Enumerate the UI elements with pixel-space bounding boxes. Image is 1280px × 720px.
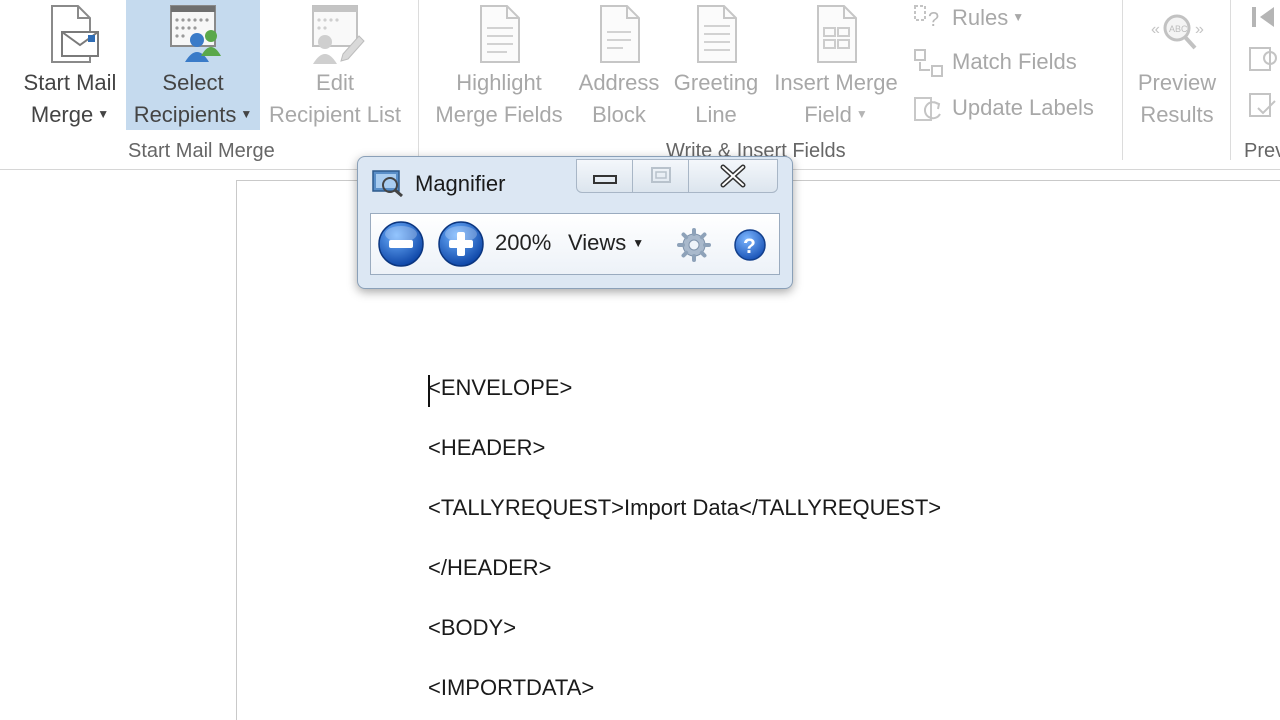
greeting-line-button[interactable]: Greeting Line <box>668 0 764 130</box>
select-recipients-label1: Select <box>162 70 224 95</box>
dropdown-caret-icon: ▼ <box>855 107 868 122</box>
preview-results-label1: Preview <box>1137 70 1217 95</box>
match-fields-label: Match Fields <box>952 49 1077 74</box>
document-line[interactable]: <TALLYREQUEST>Import Data</TALLYREQUEST> <box>428 495 941 521</box>
group-label-start-mail-merge: Start Mail Merge <box>128 140 275 162</box>
address-block-label2: Block <box>592 102 646 127</box>
edit-list-icon <box>312 5 365 64</box>
maximize-button[interactable] <box>633 160 689 192</box>
document-line[interactable]: <HEADER> <box>428 435 545 461</box>
address-block-label1: Address <box>578 70 660 95</box>
highlight-merge-fields-label2: Merge Fields <box>435 102 563 127</box>
svg-text:ABC: ABC <box>1169 24 1188 34</box>
document-line[interactable]: <BODY> <box>428 615 516 641</box>
first-record-icon[interactable] <box>1248 4 1280 30</box>
magnifier-window: Magnifier 200% Views ▼ ? <box>357 156 793 289</box>
magnifier-toolbar: 200% Views ▼ ? <box>370 213 780 275</box>
group-label-preview: Prev <box>1244 140 1280 162</box>
greeting-line-label1: Greeting <box>673 70 759 95</box>
dropdown-caret-icon: ▼ <box>97 107 110 122</box>
maximize-icon <box>651 167 671 183</box>
ribbon: Start Mail Merge ▼ Select Recipients ▼ E… <box>0 0 1280 170</box>
zoom-level: 200% <box>495 230 552 255</box>
rules-icon: ? <box>914 5 939 31</box>
highlight-merge-fields-button[interactable]: Highlight Merge Fields <box>428 0 570 130</box>
zoom-out-icon[interactable] <box>377 220 425 268</box>
group-separator <box>1122 0 1123 160</box>
dropdown-caret-icon: ▼ <box>240 107 253 122</box>
check-errors-icon[interactable] <box>1246 90 1280 120</box>
minimize-icon <box>593 175 617 184</box>
insert-merge-field-button[interactable]: Insert Merge Field ▼ <box>766 0 906 130</box>
insert-merge-field-label2: Field <box>804 102 852 127</box>
svg-text:«: « <box>1151 21 1160 38</box>
svg-text:»: » <box>1195 21 1204 38</box>
refresh-icon <box>914 97 941 121</box>
match-fields-icon <box>914 49 943 77</box>
envelope-document-icon <box>51 5 99 63</box>
address-block-button[interactable]: Address Block <box>572 0 666 130</box>
select-recipients-label2: Recipients <box>133 102 237 127</box>
magnifier-app-icon <box>372 170 403 197</box>
rules-label: Rules <box>952 5 1009 30</box>
magnifier-titlebar[interactable]: Magnifier <box>358 157 792 209</box>
document-line[interactable]: <ENVELOPE> <box>428 375 572 401</box>
gear-icon[interactable] <box>677 228 711 262</box>
select-recipients-button[interactable]: Select Recipients ▼ <box>126 0 260 130</box>
edit-recipient-list-label2: Recipient List <box>268 102 402 127</box>
edit-recipient-list-button[interactable]: Edit Recipient List <box>262 0 408 130</box>
start-mail-merge-label1: Start Mail <box>23 70 117 95</box>
update-labels-label: Update Labels <box>952 95 1094 120</box>
edit-recipient-list-label1: Edit <box>316 70 354 95</box>
dropdown-caret-icon: ▼ <box>1012 10 1025 25</box>
zoom-in-icon[interactable] <box>437 220 485 268</box>
address-block-icon <box>600 5 640 63</box>
minimize-button[interactable] <box>577 160 633 192</box>
preview-magnifier-icon: « » ABC <box>1151 14 1204 50</box>
greeting-line-icon <box>697 5 737 63</box>
highlight-fields-icon <box>480 5 520 63</box>
preview-results-label2: Results <box>1140 102 1214 127</box>
document-line[interactable]: <IMPORTDATA> <box>428 675 594 701</box>
preview-results-button[interactable]: « » ABC Preview Results <box>1130 0 1224 130</box>
chevron-down-icon: ▼ <box>632 236 645 250</box>
magnifier-title: Magnifier <box>415 171 506 196</box>
start-mail-merge-label2: Merge <box>30 102 94 127</box>
views-label: Views <box>568 230 627 255</box>
text-cursor <box>428 375 430 407</box>
find-recipient-icon[interactable] <box>1246 44 1280 74</box>
help-icon[interactable]: ? <box>733 228 767 262</box>
close-icon <box>720 164 746 188</box>
start-mail-merge-button[interactable]: Start Mail Merge ▼ <box>12 0 128 130</box>
svg-text:?: ? <box>928 9 939 31</box>
insert-merge-field-icon <box>817 5 857 63</box>
group-separator <box>418 0 419 160</box>
group-separator <box>1230 0 1231 160</box>
svg-text:?: ? <box>743 235 756 258</box>
caption-buttons <box>576 159 778 193</box>
views-dropdown[interactable]: Views ▼ <box>568 230 644 256</box>
greeting-line-label2: Line <box>695 102 737 127</box>
recipients-icon <box>170 5 221 62</box>
insert-merge-field-label1: Insert Merge <box>774 70 898 95</box>
close-button[interactable] <box>689 160 777 192</box>
document-line[interactable]: </HEADER> <box>428 555 552 581</box>
highlight-merge-fields-label1: Highlight <box>456 70 542 95</box>
